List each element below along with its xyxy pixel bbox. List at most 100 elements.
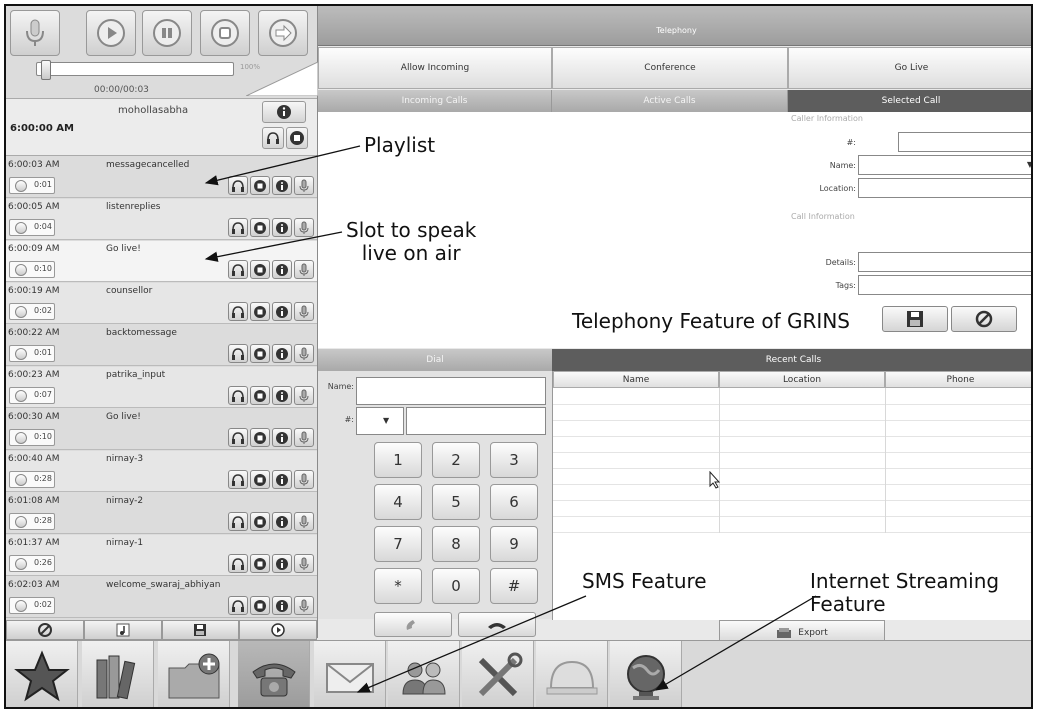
- headphones-button[interactable]: [262, 127, 284, 149]
- keypad-key[interactable]: 3: [490, 442, 538, 478]
- keypad-key[interactable]: 8: [432, 526, 480, 562]
- keypad-key[interactable]: 7: [374, 526, 422, 562]
- stop-icon[interactable]: [250, 554, 270, 573]
- duration-button[interactable]: 0:07: [9, 387, 55, 404]
- stop-icon[interactable]: [250, 596, 270, 615]
- duration-button[interactable]: 0:10: [9, 261, 55, 278]
- headphones-icon[interactable]: [228, 302, 248, 321]
- playlist-row[interactable]: 6:00:40 AM nirnay-3 0:28: [6, 451, 317, 492]
- stop-icon[interactable]: [250, 470, 270, 489]
- headphones-icon[interactable]: [228, 176, 248, 195]
- duration-button[interactable]: 0:02: [9, 597, 55, 614]
- keypad-key[interactable]: 5: [432, 484, 480, 520]
- stop-button[interactable]: [200, 10, 250, 56]
- caller-name-select[interactable]: ▼: [858, 155, 1031, 175]
- headphones-icon[interactable]: [228, 596, 248, 615]
- duration-button[interactable]: 0:02: [9, 303, 55, 320]
- play-button[interactable]: [86, 10, 136, 56]
- stop-icon[interactable]: [250, 386, 270, 405]
- microphone-icon[interactable]: [294, 260, 314, 279]
- go-live-button[interactable]: Go Live: [788, 47, 1031, 89]
- cancel-call-button[interactable]: [951, 306, 1017, 332]
- keypad-key[interactable]: #: [490, 568, 538, 604]
- column-phone[interactable]: Phone: [885, 371, 1031, 388]
- new-folder-button[interactable]: [158, 641, 230, 707]
- next-button[interactable]: [258, 10, 308, 56]
- microphone-icon[interactable]: [294, 386, 314, 405]
- pause-button[interactable]: [142, 10, 192, 56]
- column-name[interactable]: Name: [553, 371, 719, 388]
- info-icon[interactable]: [272, 344, 292, 363]
- keypad-key[interactable]: 1: [374, 442, 422, 478]
- library-button[interactable]: [82, 641, 154, 707]
- keypad-key[interactable]: 2: [432, 442, 480, 478]
- country-code-select[interactable]: ▼: [356, 407, 404, 435]
- schedule-button[interactable]: [239, 620, 317, 640]
- playlist-row[interactable]: 6:00:09 AM Go live! 0:10: [6, 241, 317, 282]
- streaming-button[interactable]: [610, 641, 682, 707]
- playlist-row[interactable]: 6:00:23 AM patrika_input 0:07: [6, 367, 317, 408]
- microphone-icon[interactable]: [294, 176, 314, 195]
- telephony-button[interactable]: [238, 641, 310, 707]
- info-icon[interactable]: [272, 218, 292, 237]
- allow-incoming-button[interactable]: Allow Incoming: [318, 47, 552, 89]
- details-field[interactable]: [858, 252, 1031, 272]
- keypad-key[interactable]: 4: [374, 484, 422, 520]
- headphones-icon[interactable]: [228, 260, 248, 279]
- playlist-row[interactable]: 6:00:05 AM listenreplies 0:04: [6, 199, 317, 240]
- stop-icon[interactable]: [250, 512, 270, 531]
- headphones-icon[interactable]: [228, 512, 248, 531]
- info-icon[interactable]: [272, 512, 292, 531]
- microphone-icon[interactable]: [294, 302, 314, 321]
- info-icon[interactable]: [272, 302, 292, 321]
- keypad-key[interactable]: 6: [490, 484, 538, 520]
- stop-icon[interactable]: [250, 218, 270, 237]
- playlist-row[interactable]: 6:01:37 AM nirnay-1 0:26: [6, 535, 317, 576]
- microphone-icon[interactable]: [294, 344, 314, 363]
- hangup-button[interactable]: [458, 612, 536, 637]
- stop-icon[interactable]: [250, 302, 270, 321]
- microphone-button[interactable]: [10, 10, 60, 56]
- microphone-icon[interactable]: [294, 428, 314, 447]
- caller-location-field[interactable]: [858, 178, 1031, 198]
- info-icon[interactable]: [272, 386, 292, 405]
- caller-number-field[interactable]: [898, 132, 1031, 152]
- headphones-icon[interactable]: [228, 344, 248, 363]
- playlist-row[interactable]: 6:00:30 AM Go live! 0:10: [6, 409, 317, 450]
- playlist-row[interactable]: 6:02:03 AM welcome_swaraj_abhiyan 0:02: [6, 577, 317, 618]
- microphone-icon[interactable]: [294, 470, 314, 489]
- keypad-key[interactable]: 0: [432, 568, 480, 604]
- info-icon[interactable]: [272, 470, 292, 489]
- microphone-icon[interactable]: [294, 596, 314, 615]
- duration-button[interactable]: 0:01: [9, 345, 55, 362]
- conference-button[interactable]: Conference: [552, 47, 788, 89]
- tags-field[interactable]: [858, 275, 1031, 295]
- cancel-button[interactable]: [6, 620, 84, 640]
- headphones-icon[interactable]: [228, 428, 248, 447]
- duration-button[interactable]: 0:10: [9, 429, 55, 446]
- stop-icon[interactable]: [250, 176, 270, 195]
- dial-name-field[interactable]: [356, 377, 546, 405]
- safety-button[interactable]: [536, 641, 608, 707]
- headphones-icon[interactable]: [228, 386, 248, 405]
- microphone-icon[interactable]: [294, 554, 314, 573]
- sms-button[interactable]: [314, 641, 386, 707]
- add-audio-button[interactable]: [83, 620, 162, 640]
- save-call-button[interactable]: [882, 306, 948, 332]
- duration-button[interactable]: 0:01: [9, 177, 55, 194]
- info-button[interactable]: [262, 101, 306, 123]
- playlist-row[interactable]: 6:00:03 AM messagecancelled 0:01: [6, 157, 317, 198]
- duration-button[interactable]: 0:26: [9, 555, 55, 572]
- duration-button[interactable]: 0:04: [9, 219, 55, 236]
- stop-icon[interactable]: [250, 428, 270, 447]
- stop-icon[interactable]: [250, 260, 270, 279]
- volume-slider[interactable]: [246, 62, 318, 96]
- seek-bar[interactable]: [36, 60, 234, 80]
- playlist-row[interactable]: 6:00:22 AM backtomessage 0:01: [6, 325, 317, 366]
- info-icon[interactable]: [272, 428, 292, 447]
- headphones-icon[interactable]: [228, 218, 248, 237]
- microphone-icon[interactable]: [294, 512, 314, 531]
- stop-item-button[interactable]: [286, 127, 308, 149]
- keypad-key[interactable]: 9: [490, 526, 538, 562]
- duration-button[interactable]: 0:28: [9, 471, 55, 488]
